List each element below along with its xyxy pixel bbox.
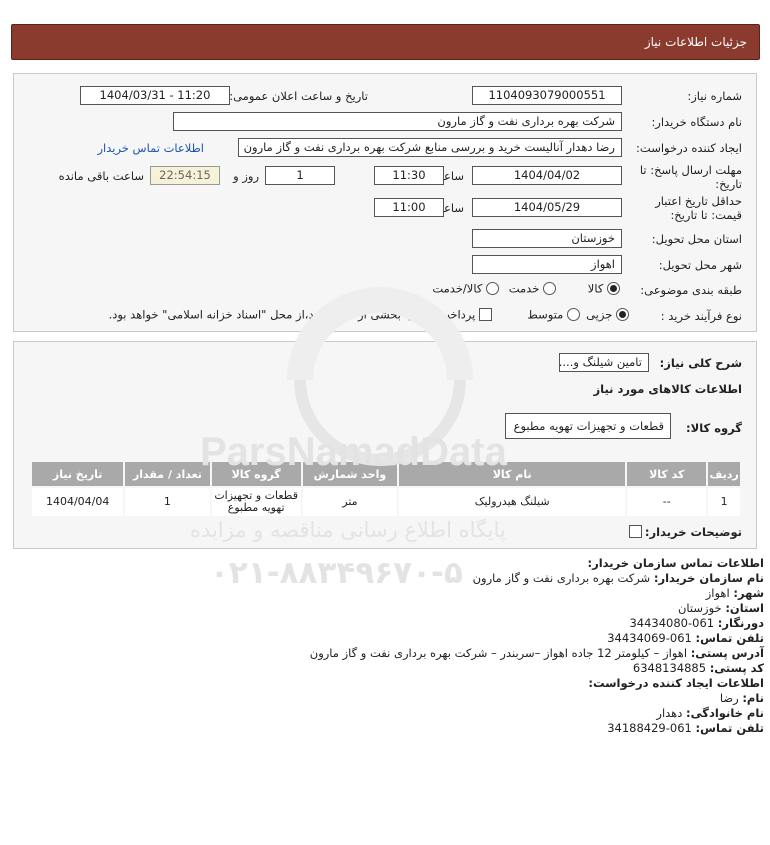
goods-table-header: ردیف کد کالا نام کالا واحد شمارش گروه کا… (29, 460, 742, 488)
process-medium-radio[interactable] (567, 308, 580, 321)
need-number-field[interactable]: 1104093079000551 (472, 86, 622, 105)
validity-time-field[interactable]: 11:00 (374, 198, 444, 217)
category-option-service[interactable]: خدمت (509, 281, 556, 296)
buyer-notes-label: توضیحات خریدار: (644, 525, 742, 539)
buyer-contact-link[interactable]: اطلاعات تماس خریدار (97, 141, 204, 155)
buyer-org-label: نام دستگاه خریدار: (651, 115, 742, 129)
category-goods-radio[interactable] (607, 282, 620, 295)
creator-name-label: نام: (742, 691, 764, 705)
creator-phone-value: 061-34188429 (607, 721, 692, 735)
col-item-code: کد کالا (625, 460, 709, 488)
cell-group: قطعات و تجهیزات تهویه مطبوع (209, 486, 303, 518)
reply-deadline-label-line1: مهلت ارسال پاسخ: تا (639, 163, 742, 177)
need-number-label: شماره نیاز: (687, 89, 742, 103)
contact-address-value: اهواز – کیلومتر 12 جاده اهواز –سربندر – … (309, 646, 688, 660)
contact-city-value: اهواز (705, 586, 730, 600)
category-service-label: خدمت (508, 281, 540, 296)
process-minor-label: جزیی (586, 307, 613, 322)
reply-time-field[interactable]: 11:30 (374, 166, 444, 185)
contact-fax-value: 061-34434080 (629, 616, 715, 630)
price-validity-label: حداقل تاریخ اعتبار قیمت: تا تاریخ: (655, 194, 742, 222)
contact-postal-value: 6348134885 (632, 661, 707, 675)
treasury-payment-checkbox[interactable] (479, 308, 492, 321)
description-field[interactable]: تامین شیلنگ و.... (559, 353, 649, 372)
creator-field[interactable]: رضا دهدار آنالیست خرید و بررسی منابع شرک… (238, 138, 622, 157)
details-panel: شماره نیاز: 1104093079000551 تاریخ و ساع… (13, 73, 757, 332)
remaining-time-field: 22:54:15 (150, 166, 220, 185)
announce-field[interactable]: 1404/03/31 - 11:20 (80, 86, 230, 105)
treasury-payment-option[interactable]: پرداخت تمام یا بخشی از مبلغ خرید،از محل … (109, 307, 492, 322)
goods-group-field[interactable]: قطعات و تجهیزات تهویه مطبوع (505, 413, 671, 439)
creator-family-value: دهدار (656, 706, 683, 720)
cell-unit: متر (300, 486, 400, 518)
contact-postal-label: کد پستی: (709, 661, 764, 675)
col-quantity: تعداد / مقدار (123, 460, 212, 488)
page-title: جزئیات اطلاعات نیاز (644, 35, 747, 49)
process-minor-radio[interactable] (616, 308, 629, 321)
cell-quantity: 1 (123, 486, 212, 518)
process-medium-label: متوسط (527, 307, 564, 322)
price-validity-label-line1: حداقل تاریخ اعتبار (655, 194, 742, 208)
process-option-medium[interactable]: متوسط (527, 307, 580, 322)
creator-phone-label: تلفن تماس: (695, 721, 764, 735)
price-validity-label-line2: قیمت: تا تاریخ: (670, 208, 742, 222)
contact-org-value: شرکت بهره برداری نفت و گاز مارون (472, 571, 651, 585)
city-field[interactable]: اهواز (472, 255, 622, 274)
goods-info-title: اطلاعات کالاهای مورد نیاز (593, 382, 742, 396)
contact-phone-label: تلفن تماس: (695, 631, 764, 645)
category-goods-label: کالا (587, 281, 604, 296)
table-row: 1 -- شیلنگ هیدرولیک متر قطعات و تجهیزات … (29, 486, 742, 518)
contact-province-value: خوزستان (677, 601, 722, 615)
reply-date-field[interactable]: 1404/04/02 (472, 166, 622, 185)
cell-item-code: -- (625, 486, 709, 518)
page-title-bar: جزئیات اطلاعات نیاز (11, 24, 760, 60)
province-field[interactable]: خوزستان (472, 229, 622, 248)
days-label: روز و (233, 169, 259, 183)
buyer-org-field[interactable]: شرکت بهره برداری نفت و گاز مارون (173, 112, 622, 131)
cell-item-name: شیلنگ هیدرولیک (397, 486, 628, 518)
creator-label: ایجاد کننده درخواست: (636, 141, 742, 155)
contact-section: اطلاعات تماس سازمان خریدار: نام سازمان خ… (4, 556, 764, 736)
treasury-payment-label: پرداخت تمام یا بخشی از مبلغ خرید،از محل … (108, 307, 476, 322)
goods-panel: شرح کلی نیاز: تامین شیلنگ و.... اطلاعات … (13, 341, 757, 549)
cell-need-date: 1404/04/04 (29, 486, 126, 518)
cell-row-number: 1 (706, 486, 742, 518)
validity-date-field[interactable]: 1404/05/29 (472, 198, 622, 217)
city-label: شهر محل تحویل: (658, 258, 742, 272)
reply-deadline-label: مهلت ارسال پاسخ: تا تاریخ: (640, 163, 742, 191)
col-group: گروه کالا (209, 460, 303, 488)
process-option-minor[interactable]: جزیی (586, 307, 629, 322)
creator-family-label: نام خانوادگی: (686, 706, 764, 720)
process-label: نوع فرآیند خرید : (660, 309, 742, 323)
creator-name-value: رضا (719, 691, 739, 705)
category-service-radio[interactable] (543, 282, 556, 295)
days-field[interactable]: 1 (265, 166, 335, 185)
col-need-date: تاریخ نیاز (29, 460, 126, 488)
description-label: شرح کلی نیاز: (659, 356, 742, 370)
contact-org-label: نام سازمان خریدار: (653, 571, 764, 585)
contact-city-label: شهر: (733, 586, 764, 600)
goods-table: ردیف کد کالا نام کالا واحد شمارش گروه کا… (29, 460, 742, 518)
buyer-notes-checkbox[interactable] (629, 525, 642, 538)
col-row-number: ردیف (706, 460, 742, 488)
col-unit: واحد شمارش (300, 460, 400, 488)
category-option-both[interactable]: کالا/خدمت (432, 281, 499, 296)
category-option-goods[interactable]: کالا (588, 281, 620, 296)
contact-title: اطلاعات تماس سازمان خریدار: (587, 556, 764, 570)
remaining-label: ساعت باقی مانده (58, 169, 144, 183)
category-both-label: کالا/خدمت (432, 281, 483, 296)
contact-phone-value: 061-34434069 (607, 631, 692, 645)
contact-address-label: آدرس پستی: (690, 646, 764, 660)
creator-info-title: اطلاعات ایجاد کننده درخواست: (588, 676, 764, 690)
category-both-radio[interactable] (486, 282, 499, 295)
category-label: طبقه بندی موضوعی: (640, 283, 742, 297)
reply-deadline-label-line2: تاریخ: (715, 177, 742, 191)
province-label: استان محل تحویل: (651, 232, 742, 246)
col-item-name: نام کالا (397, 460, 628, 488)
contact-province-label: استان: (725, 601, 764, 615)
contact-fax-label: دورنگار: (717, 616, 764, 630)
announce-label: تاریخ و ساعت اعلان عمومی: (229, 89, 368, 103)
goods-group-label: گروه کالا: (686, 421, 742, 435)
